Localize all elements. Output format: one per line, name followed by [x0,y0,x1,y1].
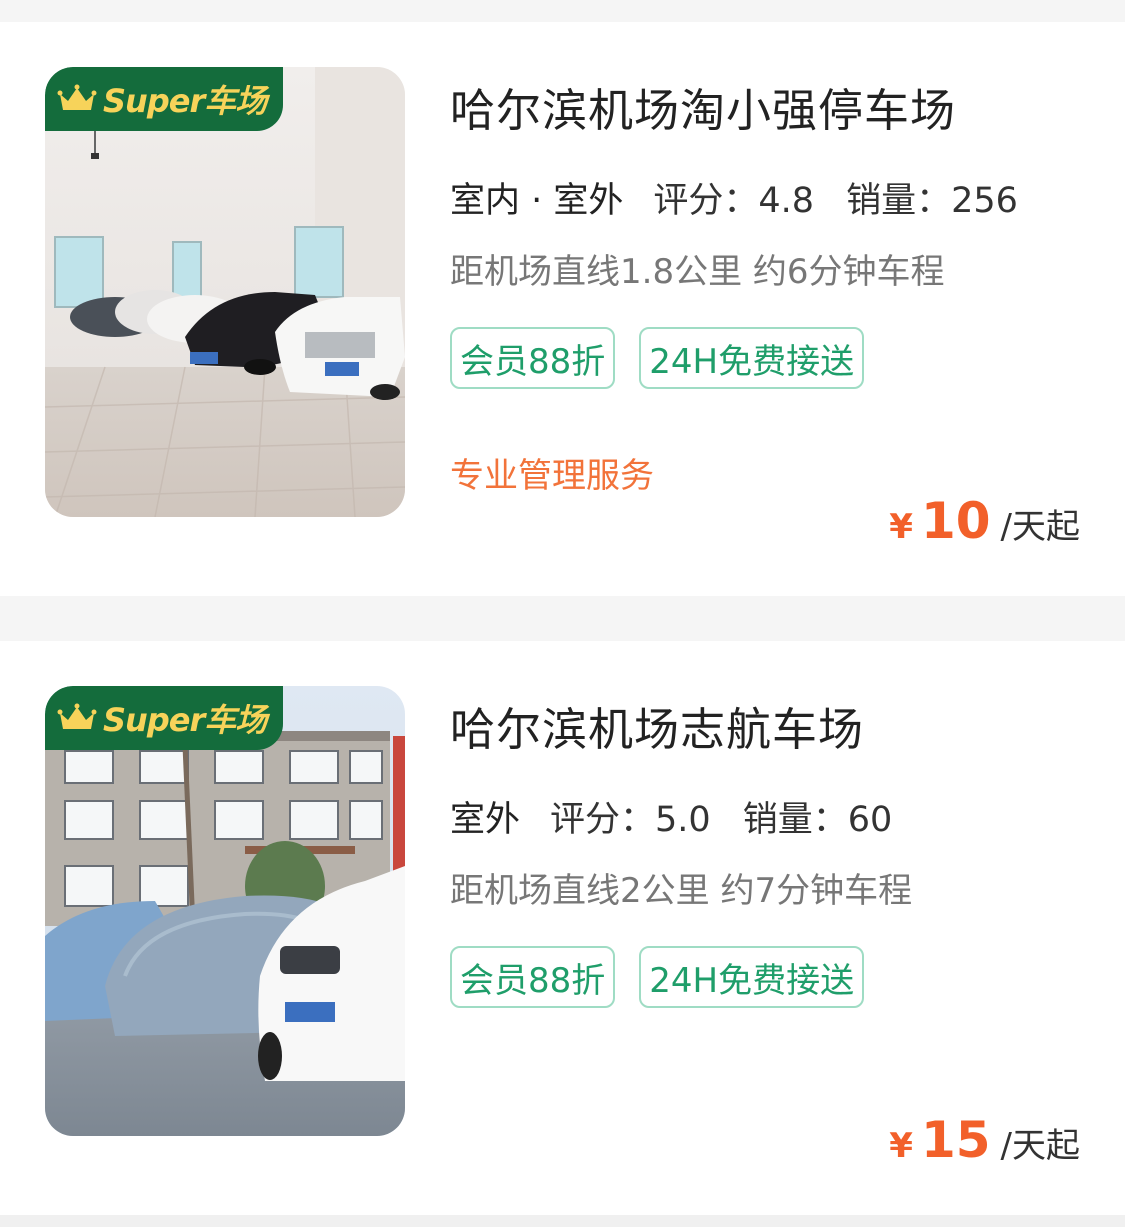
crown-icon [57,84,97,110]
rating: 评分：5.0 [550,791,711,842]
service-note: 专业管理服务 [450,456,654,496]
list-separator [0,1215,1125,1227]
sales-value: 60 [847,800,893,840]
indoor-garage-image [45,67,405,517]
badge-label: Super车场 [103,701,267,739]
sales: 销量：60 [743,791,893,842]
free-shuttle-tag: 24H免费接送 [639,327,865,389]
member-discount-tag: 会员88折 [450,327,616,389]
distance-text: 距机场直线2公里 约7分钟车程 [450,871,913,911]
free-shuttle-tag: 24H免费接送 [639,946,865,1008]
super-lot-badge: Super车场 [45,686,283,750]
rating-label: 评分： [653,181,759,221]
promo-tags: 会员88折 24H免费接送 [450,327,865,389]
currency-symbol: ¥ [889,507,913,547]
parking-lot-photo[interactable]: Super车场 [45,67,405,517]
rating-value: 5.0 [655,800,711,840]
price-unit: /天起 [1000,507,1080,547]
price: ¥ 15 /天起 [889,1111,1080,1169]
currency-symbol: ¥ [889,1126,913,1166]
badge-label: Super车场 [103,82,267,120]
parking-lot-photo[interactable]: Super车场 [45,686,405,1136]
sales-label: 销量： [742,800,848,840]
environment-label: 室外 [450,791,520,842]
outdoor-lot-image [45,686,405,1136]
environment-label: 室内 · 室外 [450,172,623,223]
parking-lot-list: Super车场 哈尔滨机场淘小强停车场 室内 · 室外 评分：4.8 销量：25… [0,22,1125,1215]
price-unit: /天起 [1000,1126,1080,1166]
distance-text: 距机场直线1.8公里 约6分钟车程 [450,252,945,292]
promo-tags: 会员88折 24H免费接送 [450,946,865,1008]
environment-text: 室外 [450,800,521,840]
price: ¥ 10 /天起 [889,492,1080,550]
parking-lot-meta: 室外 评分：5.0 销量：60 [450,791,892,842]
rating-value: 4.8 [758,181,815,221]
sales-value: 256 [951,181,1018,221]
parking-lot-card[interactable]: Super车场 哈尔滨机场淘小强停车场 室内 · 室外 评分：4.8 销量：25… [0,22,1125,596]
parking-lot-title[interactable]: 哈尔滨机场淘小强停车场 [450,74,956,139]
environment-text: 室内 · 室外 [450,181,624,221]
price-amount: 10 [920,492,991,550]
rating: 评分：4.8 [653,172,814,223]
crown-icon [57,703,97,729]
parking-lot-card[interactable]: Super车场 哈尔滨机场志航车场 室外 评分：5.0 销量：60 距机场直线2… [0,641,1125,1215]
member-discount-tag: 会员88折 [450,946,616,1008]
sales-label: 销量： [846,181,952,221]
super-lot-badge: Super车场 [45,67,283,131]
sales: 销量：256 [846,172,1018,223]
parking-lot-meta: 室内 · 室外 评分：4.8 销量：256 [450,172,1018,223]
parking-lot-title[interactable]: 哈尔滨机场志航车场 [450,693,864,758]
rating-label: 评分： [550,800,656,840]
price-amount: 15 [920,1111,991,1169]
